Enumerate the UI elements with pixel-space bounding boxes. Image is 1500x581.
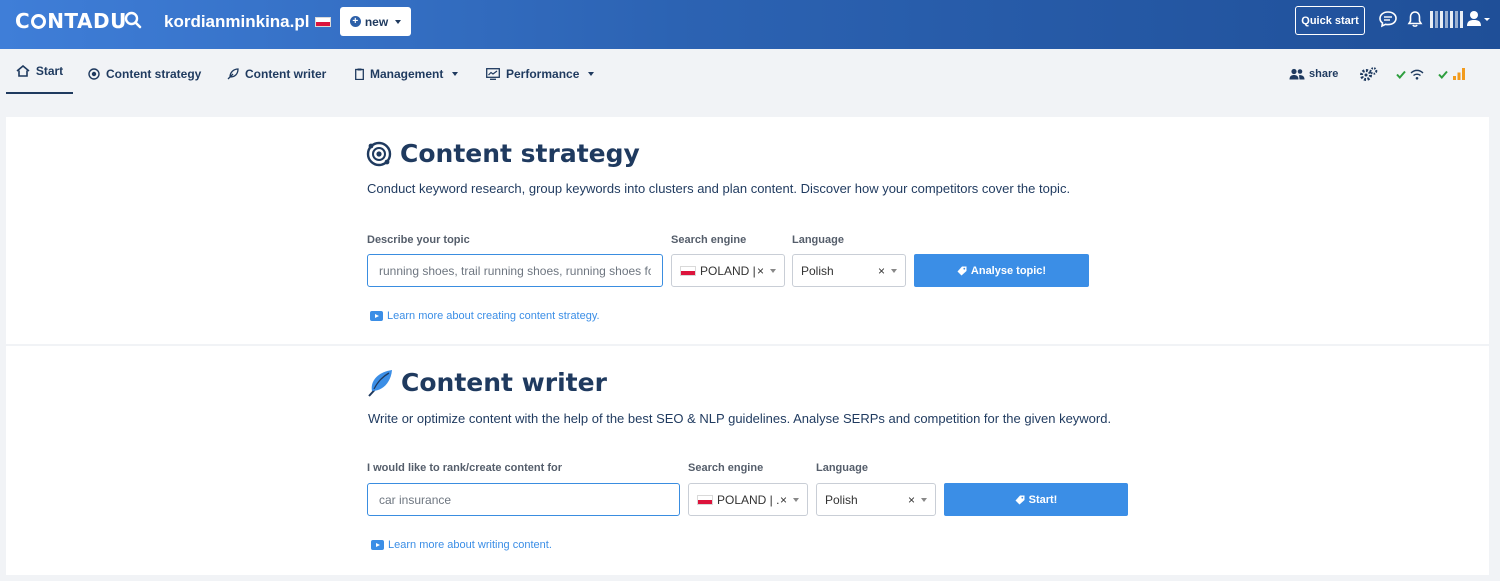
project-selector[interactable]: kordianminkina.pl: [164, 12, 350, 32]
search-engine-label: Search engine: [688, 462, 764, 474]
clear-icon[interactable]: ×: [878, 264, 885, 278]
plus-icon: +: [349, 16, 361, 27]
strategy-icon: [366, 141, 392, 166]
new-button[interactable]: + new: [340, 7, 411, 36]
tab-start[interactable]: Start: [6, 49, 73, 94]
analyse-topic-button[interactable]: Analyse topic!: [914, 254, 1089, 287]
signal-bars-icon: [1453, 68, 1465, 80]
topic-input[interactable]: [367, 254, 663, 287]
video-icon: [371, 540, 384, 550]
strategy-icon: [88, 68, 100, 80]
share-button[interactable]: share: [1289, 49, 1338, 99]
language-label: Language: [792, 234, 844, 246]
tab-management[interactable]: Management: [355, 49, 459, 99]
chevron-down-icon: [588, 72, 595, 76]
search-icon[interactable]: [124, 11, 142, 34]
language-label: Language: [816, 462, 868, 474]
content-strategy-card: [6, 117, 1489, 344]
poland-flag-icon: [697, 494, 713, 505]
usage-bars-icon[interactable]: [1430, 11, 1463, 28]
project-domain: kordianminkina.pl: [164, 12, 310, 31]
chat-icon[interactable]: [1378, 10, 1398, 33]
content-strategy-title: Content strategy: [366, 139, 640, 168]
user-menu[interactable]: [1466, 10, 1492, 33]
keyword-label: I would like to rank/create content for: [367, 462, 562, 474]
chevron-down-icon: [793, 497, 799, 502]
wifi-icon: [1410, 69, 1424, 80]
content-writer-title: Content writer: [367, 368, 607, 397]
content-writer-description: Write or optimize content with the help …: [368, 411, 1112, 426]
start-button[interactable]: Start!: [944, 483, 1128, 516]
tag-icon: [1015, 495, 1025, 504]
content-writer-card: [6, 346, 1489, 575]
check-icon: [1396, 70, 1406, 79]
chevron-down-icon: [891, 268, 897, 273]
quick-start-button[interactable]: Quick start: [1295, 6, 1365, 35]
connection-status[interactable]: [1396, 49, 1424, 99]
chevron-down-icon: [395, 19, 402, 24]
clear-icon[interactable]: ×: [780, 493, 787, 507]
chevron-down-icon: [452, 72, 459, 76]
search-engine-select[interactable]: POLAND | ... ×: [671, 254, 785, 287]
keyword-input[interactable]: [367, 483, 680, 516]
feather-icon: [227, 68, 239, 80]
tag-icon: [957, 266, 967, 275]
tab-performance[interactable]: Performance: [486, 49, 595, 99]
learn-more-strategy-link[interactable]: Learn more about creating content strate…: [370, 310, 600, 322]
top-bar: C NTADU kordianminkina.pl + new Quick sta…: [0, 0, 1500, 49]
search-engine-label: Search engine: [671, 234, 747, 246]
chevron-down-icon: [770, 268, 776, 273]
contadu-logo[interactable]: C NTADU: [15, 9, 127, 33]
clipboard-icon: [355, 68, 364, 80]
chevron-down-icon: [921, 497, 927, 502]
feather-icon: [368, 369, 392, 397]
data-status[interactable]: [1438, 49, 1466, 99]
clear-icon[interactable]: ×: [757, 264, 764, 278]
bell-icon[interactable]: [1407, 10, 1423, 33]
search-engine-select[interactable]: POLAND | ... ×: [688, 483, 808, 516]
poland-flag-icon: [680, 265, 696, 276]
learn-more-writer-link[interactable]: Learn more about writing content.: [371, 539, 552, 551]
language-select[interactable]: Polish ×: [816, 483, 936, 516]
tab-content-strategy[interactable]: Content strategy: [88, 49, 201, 99]
settings-gears-icon[interactable]: [1360, 49, 1378, 99]
clear-icon[interactable]: ×: [908, 493, 915, 507]
video-icon: [370, 311, 383, 321]
performance-icon: [486, 68, 500, 80]
poland-flag-icon: [315, 17, 332, 27]
check-icon: [1438, 70, 1448, 79]
home-icon: [16, 64, 30, 77]
users-icon: [1289, 68, 1305, 80]
topic-label: Describe your topic: [367, 234, 470, 246]
tab-content-writer[interactable]: Content writer: [227, 49, 326, 99]
main-nav: Start Content strategy Content writer Ma…: [0, 49, 1500, 99]
language-select[interactable]: Polish ×: [792, 254, 906, 287]
content-strategy-description: Conduct keyword research, group keywords…: [367, 181, 1071, 196]
